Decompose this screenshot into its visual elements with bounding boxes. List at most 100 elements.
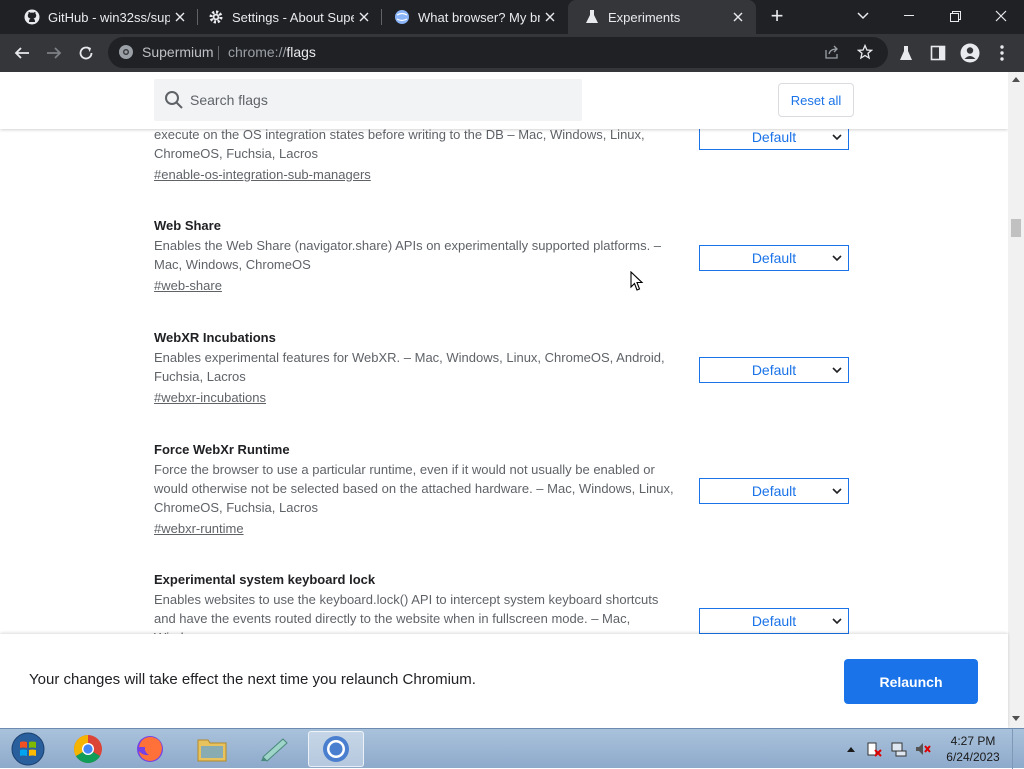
omnibox-divider bbox=[218, 46, 219, 60]
chevron-down-icon bbox=[832, 367, 842, 374]
tab-title: What browser? My bro bbox=[418, 9, 540, 25]
avatar-icon bbox=[960, 43, 980, 63]
restore-button[interactable] bbox=[932, 0, 978, 32]
flags-header: Reset all bbox=[0, 72, 1008, 129]
tab-title: Settings - About Super bbox=[232, 9, 354, 25]
flag-description: Force the browser to use a particular ru… bbox=[154, 462, 674, 515]
minimize-button[interactable] bbox=[886, 0, 932, 32]
volume-muted-icon[interactable] bbox=[915, 741, 931, 757]
gear-icon bbox=[208, 9, 224, 25]
flask-icon bbox=[584, 9, 600, 25]
reset-all-button[interactable]: Reset all bbox=[778, 83, 854, 117]
globe-icon bbox=[394, 9, 410, 25]
flag-name: WebXR Incubations bbox=[154, 330, 276, 345]
windows-start-icon bbox=[11, 732, 45, 766]
clock-date: 6/24/2023 bbox=[946, 750, 1000, 764]
chevron-down-icon bbox=[832, 488, 842, 495]
flag-description: execute on the OS integration states bef… bbox=[154, 127, 645, 161]
flag-select-value: Default bbox=[751, 483, 797, 499]
flag-name: Web Share bbox=[154, 218, 221, 233]
scroll-thumb[interactable] bbox=[1011, 219, 1021, 237]
close-icon[interactable] bbox=[540, 7, 560, 27]
supermium-icon bbox=[323, 736, 349, 762]
side-panel-button[interactable] bbox=[922, 37, 954, 69]
flag-select-value: Default bbox=[751, 613, 797, 629]
site-info-icon[interactable] bbox=[118, 44, 134, 65]
clock-time: 4:27 PM bbox=[950, 734, 996, 748]
close-icon bbox=[995, 10, 1007, 22]
tab-search-button[interactable] bbox=[840, 0, 886, 32]
taskbar-firefox[interactable] bbox=[122, 731, 178, 767]
flag-item: WebXR Incubations Enables experimental f… bbox=[154, 328, 854, 408]
flag-select[interactable]: Default bbox=[699, 478, 849, 504]
url-path: flags bbox=[286, 44, 316, 60]
flag-link[interactable]: #enable-os-integration-sub-managers bbox=[154, 165, 371, 185]
flags-page: Reset all execute on the OS integration … bbox=[0, 72, 1008, 634]
page-scrollbar[interactable] bbox=[1008, 72, 1024, 728]
side-panel-icon bbox=[930, 45, 946, 61]
tab-strip: GitHub - win32ss/supe Settings - About S… bbox=[0, 0, 1024, 34]
tab-title: Experiments bbox=[608, 9, 681, 25]
close-icon[interactable] bbox=[170, 7, 190, 27]
scroll-down-arrow-icon[interactable] bbox=[1012, 716, 1020, 722]
tab-experiments[interactable]: Experiments bbox=[568, 0, 756, 34]
taskbar-app[interactable] bbox=[246, 731, 302, 767]
tab-what-browser[interactable]: What browser? My bro bbox=[378, 0, 568, 34]
restore-icon bbox=[949, 10, 961, 22]
flask-icon bbox=[900, 46, 912, 60]
forward-button[interactable] bbox=[38, 37, 70, 69]
flag-name: Force WebXr Runtime bbox=[154, 442, 290, 457]
flag-item: execute on the OS integration states bef… bbox=[154, 124, 854, 185]
profile-button[interactable] bbox=[954, 37, 986, 69]
plus-icon: + bbox=[770, 3, 784, 28]
network-icon[interactable] bbox=[891, 741, 907, 757]
taskbar-chrome[interactable] bbox=[60, 731, 116, 767]
site-name: Supermium bbox=[142, 44, 214, 60]
flag-select[interactable]: Default bbox=[699, 357, 849, 383]
taskbar-explorer[interactable] bbox=[184, 731, 240, 767]
reload-icon bbox=[79, 46, 93, 60]
extensions-button[interactable] bbox=[890, 37, 922, 69]
flag-select[interactable]: Default bbox=[699, 608, 849, 634]
close-icon[interactable] bbox=[728, 7, 748, 27]
browser-toolbar: Supermium chrome://flags bbox=[0, 34, 1024, 72]
minimize-icon bbox=[904, 15, 914, 16]
search-icon bbox=[164, 90, 184, 115]
flag-description: Enables experimental features for WebXR.… bbox=[154, 350, 665, 384]
action-center-icon[interactable] bbox=[866, 741, 882, 757]
taskbar-supermium[interactable] bbox=[308, 731, 364, 767]
show-desktop-button[interactable] bbox=[1012, 729, 1024, 769]
relaunch-button[interactable]: Relaunch bbox=[844, 659, 978, 704]
taskbar-clock[interactable]: 4:27 PM 6/24/2023 bbox=[938, 733, 1008, 765]
flag-link[interactable]: #webxr-runtime bbox=[154, 519, 244, 539]
flag-link[interactable]: #web-share bbox=[154, 276, 222, 296]
share-icon[interactable] bbox=[824, 44, 840, 65]
flag-item: Web Share Enables the Web Share (navigat… bbox=[154, 216, 854, 296]
start-button[interactable] bbox=[2, 731, 54, 767]
chevron-down-icon bbox=[832, 618, 842, 625]
relaunch-footer: Your changes will take effect the next t… bbox=[0, 634, 1008, 728]
flag-item: Experimental system keyboard lock Enable… bbox=[154, 570, 854, 634]
tab-title: GitHub - win32ss/supe bbox=[48, 9, 170, 25]
menu-button[interactable] bbox=[986, 37, 1018, 69]
bookmark-star-icon[interactable] bbox=[856, 43, 874, 65]
chrome-icon bbox=[74, 735, 102, 763]
folder-icon bbox=[197, 739, 227, 762]
flag-select[interactable]: Default bbox=[699, 245, 849, 271]
back-button[interactable] bbox=[6, 37, 38, 69]
flag-description: Enables websites to use the keyboard.loc… bbox=[154, 592, 659, 634]
tray-expand-icon[interactable] bbox=[843, 741, 859, 757]
scroll-up-arrow-icon[interactable] bbox=[1012, 76, 1020, 82]
tab-github[interactable]: GitHub - win32ss/supe bbox=[8, 0, 198, 34]
flag-link[interactable]: #webxr-incubations bbox=[154, 388, 266, 408]
new-tab-button[interactable]: + bbox=[758, 0, 796, 32]
chevron-down-icon bbox=[832, 255, 842, 262]
search-input[interactable] bbox=[190, 79, 570, 121]
url-text[interactable]: chrome://flags bbox=[228, 37, 316, 68]
reload-button[interactable] bbox=[70, 37, 102, 69]
address-bar[interactable]: Supermium chrome://flags bbox=[108, 37, 888, 68]
close-window-button[interactable] bbox=[978, 0, 1024, 32]
search-box[interactable] bbox=[154, 79, 582, 121]
tab-settings[interactable]: Settings - About Super bbox=[192, 0, 382, 34]
close-icon[interactable] bbox=[354, 7, 374, 27]
